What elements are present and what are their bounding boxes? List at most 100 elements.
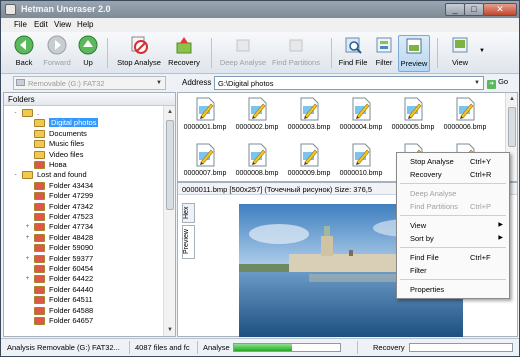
deep-analyse-button[interactable]: Deep Analyse xyxy=(219,35,267,72)
folder-icon xyxy=(34,202,45,211)
expand-icon[interactable]: + xyxy=(24,256,31,263)
drive-selector[interactable]: Removable (G:) FAT32 ▼ xyxy=(13,76,166,90)
back-button[interactable]: Back xyxy=(9,35,39,72)
folder-icon xyxy=(34,296,45,305)
expand-icon xyxy=(24,297,31,304)
tab-preview[interactable]: Preview xyxy=(182,225,195,259)
bmp-file-icon xyxy=(456,97,475,121)
find-partitions-button[interactable]: Find Partitions xyxy=(269,35,323,72)
menu-item-find-file[interactable]: Find File Ctrl+F xyxy=(397,252,509,263)
chevron-down-icon[interactable]: ▼ xyxy=(154,78,164,88)
app-window: Hetman Uneraser 2.0 _ □ ✕ File Edit View… xyxy=(0,0,520,357)
folder-icon xyxy=(34,275,45,284)
tree-item-label: Folder 64588 xyxy=(49,305,94,315)
menu-item-properties[interactable]: Properties xyxy=(397,284,509,295)
forward-arrow-icon xyxy=(47,35,67,55)
folder-icon xyxy=(34,119,45,128)
menu-item-deep-analyse[interactable]: Deep Analyse xyxy=(397,188,509,199)
folder-icon xyxy=(34,306,45,315)
recovery-label: Recovery xyxy=(373,343,405,352)
stop-analyse-button[interactable]: Stop Analyse xyxy=(115,35,163,72)
file-item[interactable]: 0000008.bmp xyxy=(232,140,282,182)
file-item[interactable]: 0000010.bmp xyxy=(336,140,386,182)
file-item[interactable]: 0000004.bmp xyxy=(336,94,386,136)
status-bar: Analysis Removable (G:) FAT32... 4087 fi… xyxy=(1,338,519,356)
status-separator xyxy=(129,341,130,354)
file-item[interactable]: 0000009.bmp xyxy=(284,140,334,182)
view-dropdown-arrow-icon[interactable]: ▼ xyxy=(479,48,485,54)
menu-item-stop-analyse[interactable]: Stop Analyse Ctrl+Y xyxy=(397,156,509,167)
scroll-thumb[interactable] xyxy=(508,107,516,147)
file-item[interactable]: 0000006.bmp xyxy=(440,94,490,136)
recovery-button[interactable]: Recovery xyxy=(165,35,203,72)
expand-icon[interactable]: + xyxy=(24,276,31,283)
tree-item-label: Folder 47523 xyxy=(49,212,94,221)
menu-item-view[interactable]: View ▶ xyxy=(397,220,509,231)
window-title: Hetman Uneraser 2.0 xyxy=(21,4,111,14)
scroll-up-icon[interactable]: ▲ xyxy=(164,106,176,118)
tree-item-label: Documents xyxy=(49,128,87,138)
folder-icon xyxy=(34,161,45,169)
preview-button[interactable]: Preview xyxy=(398,35,430,72)
find-file-button[interactable]: Find File xyxy=(337,35,369,72)
view-icon xyxy=(452,37,468,53)
menu-view[interactable]: View xyxy=(54,20,71,29)
deep-analyse-icon xyxy=(236,39,250,52)
maximize-button[interactable]: □ xyxy=(464,3,484,16)
file-name: 0000006.bmp xyxy=(443,124,487,131)
menu-item-filter[interactable]: Filter xyxy=(397,265,509,276)
address-input[interactable]: G:\Digital photos ▼ xyxy=(214,76,484,90)
submenu-arrow-icon: ▶ xyxy=(498,235,503,241)
expand-icon[interactable]: + xyxy=(24,235,31,242)
go-button[interactable]: ➜ Go xyxy=(487,77,508,89)
menu-separator xyxy=(400,247,506,248)
minimize-button[interactable]: _ xyxy=(445,3,465,16)
address-label: Address xyxy=(182,78,212,87)
folders-scrollbar[interactable]: ▲ ▼ xyxy=(163,106,175,336)
bmp-file-icon xyxy=(196,143,215,167)
file-item[interactable]: 0000001.bmp xyxy=(180,94,230,136)
menu-item-recovery[interactable]: Recovery Ctrl+R xyxy=(397,169,509,180)
up-button[interactable]: Up xyxy=(75,35,101,72)
menu-item-find-partitions[interactable]: Find Partitions Ctrl+P xyxy=(397,201,509,212)
menu-file[interactable]: File xyxy=(14,20,27,29)
tree-item-label: Folder 64422 xyxy=(49,274,94,284)
expand-icon xyxy=(24,193,31,200)
view-button[interactable]: View xyxy=(445,35,475,72)
close-button[interactable]: ✕ xyxy=(483,3,517,16)
submenu-arrow-icon: ▶ xyxy=(498,222,503,228)
folder-icon xyxy=(34,192,45,201)
forward-button[interactable]: Forward xyxy=(39,35,75,72)
expand-icon xyxy=(24,183,31,190)
status-file-count: 4087 files and fc xyxy=(135,343,190,352)
scroll-up-icon[interactable]: ▲ xyxy=(506,93,518,105)
file-item[interactable]: 0000005.bmp xyxy=(388,94,438,136)
expand-icon xyxy=(24,120,31,127)
filter-button[interactable]: Filter xyxy=(371,35,397,72)
bmp-file-icon xyxy=(404,97,423,121)
scroll-down-icon[interactable]: ▼ xyxy=(164,324,176,336)
tree-item-label: Folder 47299 xyxy=(49,191,94,201)
file-item[interactable]: 0000003.bmp xyxy=(284,94,334,136)
folder-icon xyxy=(34,213,45,221)
menu-item-sort-by[interactable]: Sort by ▶ xyxy=(397,233,509,244)
tree-item-label: Нова xyxy=(49,160,67,169)
expand-icon[interactable]: + xyxy=(24,224,31,231)
folder-icon xyxy=(34,233,45,242)
chevron-down-icon[interactable]: ▼ xyxy=(472,78,482,88)
toolbar-separator xyxy=(211,38,212,68)
collapse-icon[interactable]: - xyxy=(12,110,19,117)
tab-hex[interactable]: Hex xyxy=(182,203,195,223)
file-item[interactable]: 0000002.bmp xyxy=(232,94,282,136)
collapse-icon[interactable]: - xyxy=(12,172,19,179)
scroll-thumb[interactable] xyxy=(166,120,174,210)
back-arrow-icon xyxy=(14,35,34,55)
folder-icon xyxy=(34,244,45,253)
menu-help[interactable]: Help xyxy=(77,20,93,29)
menu-item-label: Deep Analyse xyxy=(410,189,457,198)
analyse-progress-bar xyxy=(233,343,341,352)
bmp-file-icon xyxy=(300,143,319,167)
title-bar[interactable]: Hetman Uneraser 2.0 _ □ ✕ xyxy=(1,1,519,18)
file-item[interactable]: 0000007.bmp xyxy=(180,140,230,182)
menu-edit[interactable]: Edit xyxy=(34,20,48,29)
